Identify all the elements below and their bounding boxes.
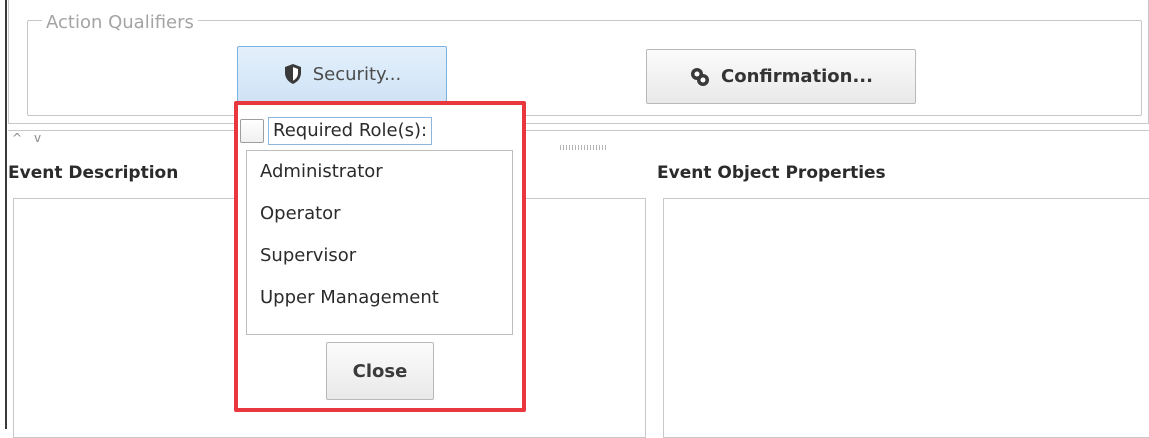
action-qualifiers-title: Action Qualifiers: [42, 12, 198, 34]
security-button[interactable]: Security...: [237, 46, 447, 102]
role-item-operator[interactable]: Operator: [247, 199, 512, 241]
close-button[interactable]: Close: [326, 342, 434, 400]
link-icon: [689, 66, 711, 88]
required-roles-label[interactable]: Required Role(s):: [268, 117, 433, 145]
collapse-up-icon[interactable]: ^: [12, 131, 22, 145]
collapse-down-icon[interactable]: v: [34, 131, 41, 145]
event-description-label: Event Description: [8, 163, 179, 183]
panel-splitter[interactable]: [8, 130, 1149, 131]
role-item-administrator[interactable]: Administrator: [247, 157, 512, 199]
event-object-properties-label: Event Object Properties: [657, 163, 886, 183]
role-item-upper-management[interactable]: Upper Management: [247, 283, 512, 325]
shield-icon: [283, 63, 303, 85]
window-edge: [5, 0, 7, 429]
required-roles-row[interactable]: Required Role(s):: [240, 116, 433, 146]
role-item-supervisor[interactable]: Supervisor: [247, 241, 512, 283]
confirmation-button-label: Confirmation...: [721, 66, 873, 87]
roles-list[interactable]: Administrator Operator Supervisor Upper …: [246, 150, 513, 335]
action-qualifiers-group: [27, 20, 1142, 116]
splitter-grip-handle[interactable]: [560, 145, 608, 150]
designer-window: Action Qualifiers Security... Confirmati…: [0, 0, 1149, 438]
close-button-label: Close: [352, 360, 408, 382]
event-object-properties-panel[interactable]: [663, 198, 1149, 438]
security-button-label: Security...: [312, 63, 402, 85]
confirmation-button[interactable]: Confirmation...: [646, 49, 916, 104]
required-roles-checkbox[interactable]: [240, 119, 264, 143]
